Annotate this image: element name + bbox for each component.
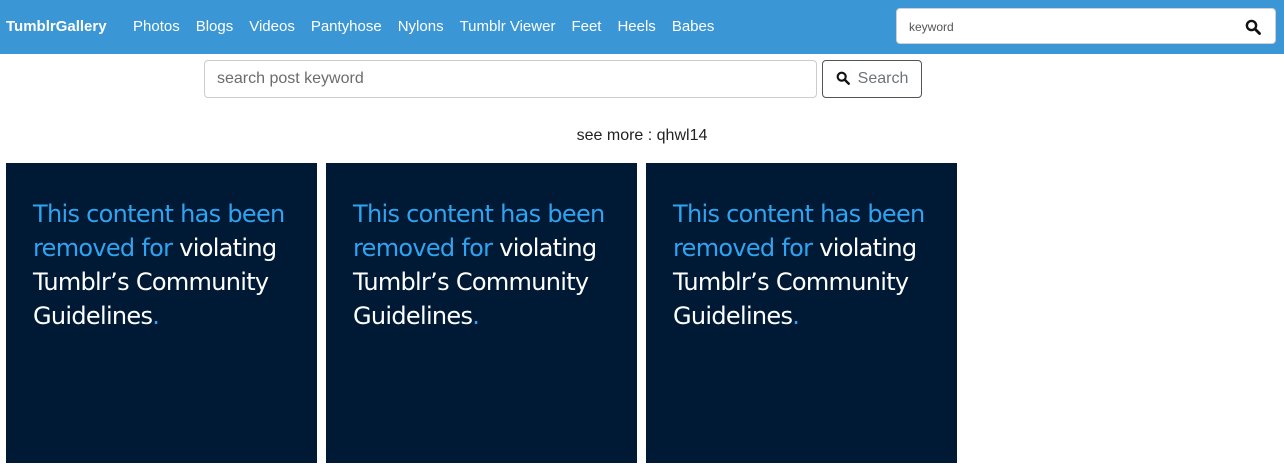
search-icon[interactable] [1245,19,1261,35]
post-search-input[interactable] [204,60,817,98]
removed-content-card[interactable]: This content has been removed for violat… [6,163,317,463]
removed-content-message: This content has been removed for violat… [33,197,303,333]
brand-logo[interactable]: TumblrGallery [6,18,107,36]
removed-content-card[interactable]: This content has been removed for violat… [646,163,957,463]
message-dot: . [472,302,480,330]
search-icon [836,71,850,88]
search-button-label: Search [857,70,909,87]
nav-link-pantyhose[interactable]: Pantyhose [311,18,382,36]
see-more-prefix: see more : [576,127,657,144]
top-search-box [896,8,1276,44]
nav-link-heels[interactable]: Heels [617,18,655,36]
see-more-link[interactable]: qhwl14 [657,127,708,144]
message-dot: . [792,302,800,330]
top-search-input[interactable] [909,18,1229,36]
nav-link-tumblr-viewer[interactable]: Tumblr Viewer [460,18,556,36]
message-dot: . [152,302,160,330]
nav-link-photos[interactable]: Photos [133,18,180,36]
nav-links: Photos Blogs Videos Pantyhose Nylons Tum… [133,18,714,36]
see-more-line: see more : qhwl14 [0,126,1284,146]
removed-content-message: This content has been removed for violat… [673,197,943,333]
nav-link-videos[interactable]: Videos [249,18,295,36]
navbar: TumblrGallery Photos Blogs Videos Pantyh… [0,0,1284,54]
nav-link-babes[interactable]: Babes [672,18,715,36]
removed-content-message: This content has been removed for violat… [353,197,623,333]
search-button[interactable]: Search [822,60,922,98]
nav-link-nylons[interactable]: Nylons [398,18,444,36]
nav-link-blogs[interactable]: Blogs [196,18,234,36]
nav-link-feet[interactable]: Feet [571,18,601,36]
removed-content-card[interactable]: This content has been removed for violat… [326,163,637,463]
